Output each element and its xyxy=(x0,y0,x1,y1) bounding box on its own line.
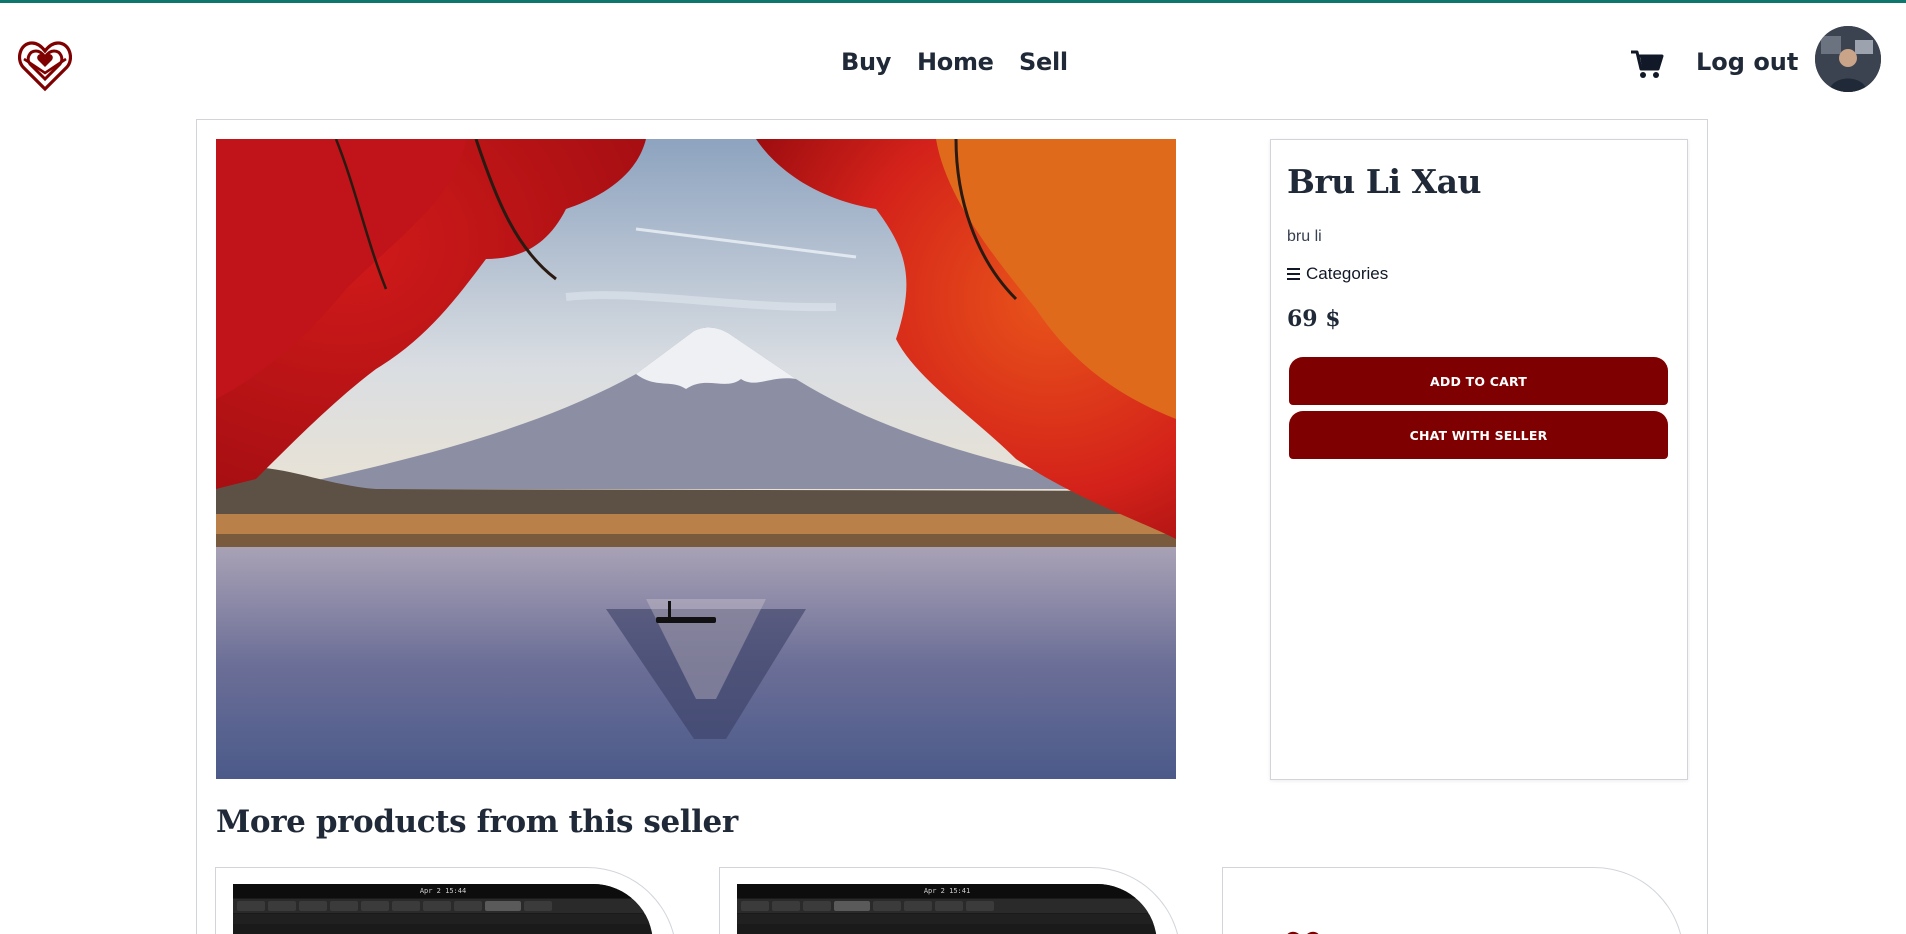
nav-home-link[interactable]: Home xyxy=(917,48,994,76)
product-price: 69 $ xyxy=(1287,306,1341,332)
nav-sell-link[interactable]: Sell xyxy=(1019,48,1068,76)
thumbnail-tabs xyxy=(737,899,1157,913)
thumbnail-tabs xyxy=(233,899,653,913)
more-products-heading: More products from this seller xyxy=(216,804,738,840)
thumbnail-urlbar xyxy=(233,914,653,924)
thumbnail-caption: Apr 2 15:44 xyxy=(233,884,653,898)
main-nav: Buy Home Sell xyxy=(0,48,1906,82)
thumbnail-urlbar xyxy=(737,914,1157,924)
top-accent-line xyxy=(0,0,1906,3)
heart-logo-icon xyxy=(1287,931,1319,934)
product-info-card: Bru Li Xau bru li Categories 69 $ ADD TO… xyxy=(1270,139,1688,780)
user-avatar[interactable] xyxy=(1815,26,1881,92)
product-title: Bru Li Xau xyxy=(1287,162,1481,201)
menu-icon xyxy=(1287,268,1300,280)
cart-icon[interactable] xyxy=(1630,47,1664,81)
add-to-cart-button[interactable]: ADD TO CART xyxy=(1289,357,1668,405)
product-thumbnail: Apr 2 15:41 xyxy=(737,884,1157,934)
logout-link[interactable]: Log out xyxy=(1696,48,1798,76)
chat-with-seller-button[interactable]: CHAT WITH SELLER xyxy=(1289,411,1668,459)
product-image xyxy=(216,139,1176,779)
product-thumbnail: Apr 2 15:44 xyxy=(233,884,653,934)
avatar-photo-icon xyxy=(1815,26,1881,92)
thumbnail-caption: Apr 2 15:41 xyxy=(737,884,1157,898)
categories-toggle[interactable]: Categories xyxy=(1287,264,1388,284)
nav-buy-link[interactable]: Buy xyxy=(841,48,891,76)
product-card[interactable]: Apr 2 15:41 xyxy=(719,867,1181,934)
product-description: bru li xyxy=(1287,228,1322,245)
mountain-lake-image xyxy=(216,139,1176,779)
product-card[interactable] xyxy=(1222,867,1684,934)
categories-label: Categories xyxy=(1306,264,1389,283)
product-card[interactable]: Apr 2 15:44 xyxy=(215,867,677,934)
